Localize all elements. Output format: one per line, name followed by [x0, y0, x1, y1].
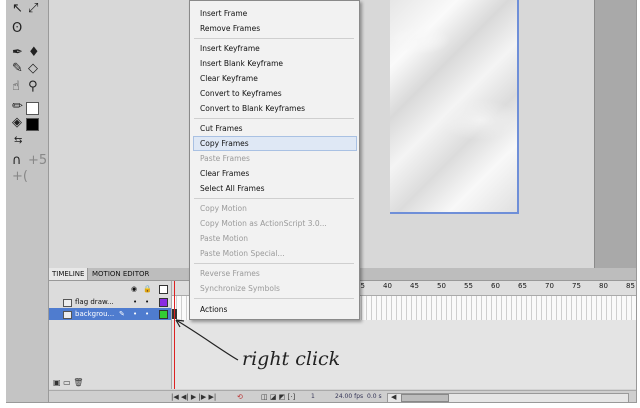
annotation-arrow [175, 319, 239, 361]
screenshot-frame: ↖ ⤢ ʘ ✒ ♦ ✎ ◇ ☝ ⚲ ✏ ◈ ⇆ ∩ +5 +( TIMELINE… [0, 0, 640, 408]
annotation-text: right click [242, 348, 341, 370]
flash-app-window: ↖ ⤢ ʘ ✒ ♦ ✎ ◇ ☝ ⚲ ✏ ◈ ⇆ ∩ +5 +( TIMELINE… [6, 0, 637, 403]
